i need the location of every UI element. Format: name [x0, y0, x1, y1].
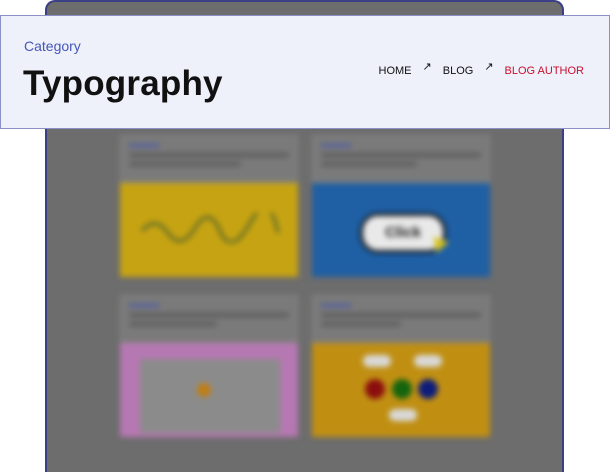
breadcrumb-arrow-icon: ↗ — [422, 61, 432, 73]
diagram-dot — [197, 383, 211, 397]
chip-graphic — [389, 409, 417, 421]
green-dot-graphic — [392, 379, 412, 399]
breadcrumb-arrow-icon: ↗ — [484, 61, 494, 73]
post-thumbnail-diagram[interactable] — [120, 343, 298, 437]
post-meta — [120, 295, 298, 343]
breadcrumb-blog-author[interactable]: BLOG AUTHOR — [505, 65, 584, 77]
post-meta — [120, 135, 298, 183]
breadcrumb-home[interactable]: HOME — [379, 65, 412, 77]
post-meta — [312, 295, 490, 343]
breadcrumb-blog[interactable]: BLOG — [443, 65, 474, 77]
breadcrumb: HOME ↗ BLOG ↗ BLOG AUTHOR — [379, 61, 584, 77]
red-dot-graphic — [365, 379, 385, 399]
blog-post-card[interactable]: Click — [312, 135, 490, 277]
blog-post-card[interactable] — [120, 135, 298, 277]
category-label: Category — [24, 38, 81, 54]
scribble-graphic — [140, 213, 280, 243]
chip-graphic — [414, 355, 442, 367]
blog-post-card[interactable] — [312, 295, 490, 437]
post-thumbnail-dots[interactable] — [312, 343, 490, 437]
post-meta — [312, 135, 490, 183]
post-thumbnail-scribble[interactable] — [120, 183, 298, 277]
post-thumbnail-click[interactable]: Click — [312, 183, 490, 277]
page-title: Typography — [23, 64, 223, 103]
chip-graphic — [363, 355, 391, 367]
category-header: Category Typography HOME ↗ BLOG ↗ BLOG A… — [0, 15, 610, 129]
blue-dot-graphic — [418, 379, 438, 399]
diagram-graphic — [140, 359, 280, 433]
blog-post-card[interactable] — [120, 295, 298, 437]
